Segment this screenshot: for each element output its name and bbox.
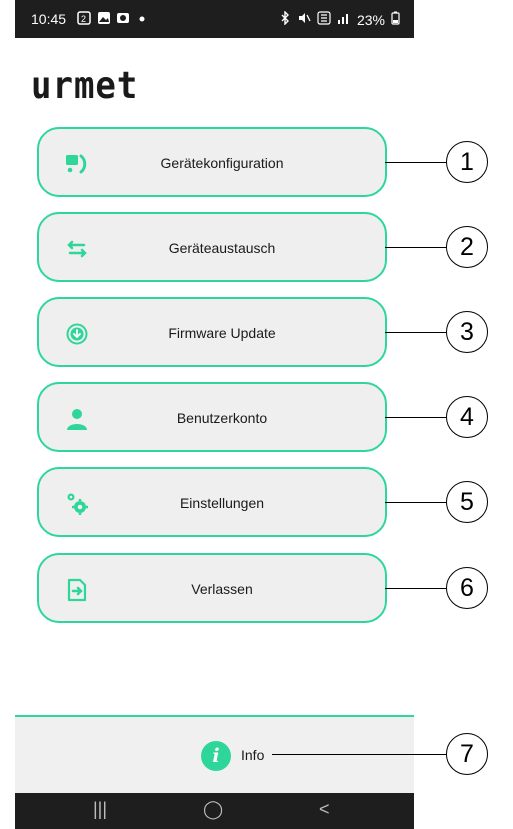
image-icon [97, 11, 111, 28]
callout-4: 4 [446, 396, 488, 438]
recent-apps-button[interactable]: ||| [93, 799, 107, 820]
bluetooth-icon [279, 10, 291, 28]
settings-label: Einstellungen [179, 495, 265, 511]
device-config-button[interactable]: Gerätekonfiguration [37, 127, 387, 197]
status-right-group: 23% [279, 10, 400, 28]
exit-button[interactable]: Verlassen [37, 553, 387, 623]
firmware-update-label: Firmware Update [168, 325, 276, 341]
logo-text: urmet [31, 64, 139, 108]
exit-label: Verlassen [191, 581, 253, 597]
info-link[interactable]: Info [241, 747, 264, 763]
home-button[interactable]: ◯ [203, 799, 223, 820]
nav-bar: ||| ◯ < [15, 793, 414, 829]
status-time: 10:45 [31, 11, 67, 27]
callout-line-3 [385, 332, 447, 333]
signal-icon [337, 11, 351, 28]
callout-line-7 [272, 754, 447, 755]
device-exchange-label: Geräteaustausch [168, 240, 276, 256]
mute-icon [297, 11, 311, 28]
device-config-label: Gerätekonfiguration [160, 155, 284, 171]
svg-text:2: 2 [81, 14, 86, 24]
sim-icon: 2 [77, 11, 91, 28]
footer: i Info [15, 715, 414, 795]
battery-percent: 23% [356, 11, 385, 28]
callout-1: 1 [446, 141, 488, 183]
user-account-label: Benutzerkonto [176, 410, 268, 426]
callout-7: 7 [446, 733, 488, 775]
user-account-button[interactable]: Benutzerkonto [37, 382, 387, 452]
info-icon[interactable]: i [201, 741, 231, 771]
callout-6: 6 [446, 567, 488, 609]
urmet-logo: urmet [31, 64, 138, 108]
firmware-update-button[interactable]: Firmware Update [37, 297, 387, 367]
callout-line-2 [385, 247, 447, 248]
settings-button[interactable]: Einstellungen [37, 467, 387, 537]
back-button[interactable]: < [319, 799, 330, 820]
callout-line-6 [385, 588, 447, 589]
battery-icon [391, 11, 400, 28]
callout-2: 2 [446, 226, 488, 268]
phone-screen: 10:45 2 23% urmet Gerätekonfiguration Ge… [15, 0, 414, 829]
camera-icon [116, 11, 130, 28]
5g-icon [317, 11, 331, 28]
callout-3: 3 [446, 311, 488, 353]
callout-5: 5 [446, 481, 488, 523]
dot-icon [138, 11, 146, 28]
status-bar: 10:45 2 23% [15, 0, 414, 38]
callout-line-4 [385, 417, 447, 418]
callout-line-1 [385, 162, 447, 163]
device-exchange-button[interactable]: Geräteaustausch [37, 212, 387, 282]
callout-line-5 [385, 502, 447, 503]
